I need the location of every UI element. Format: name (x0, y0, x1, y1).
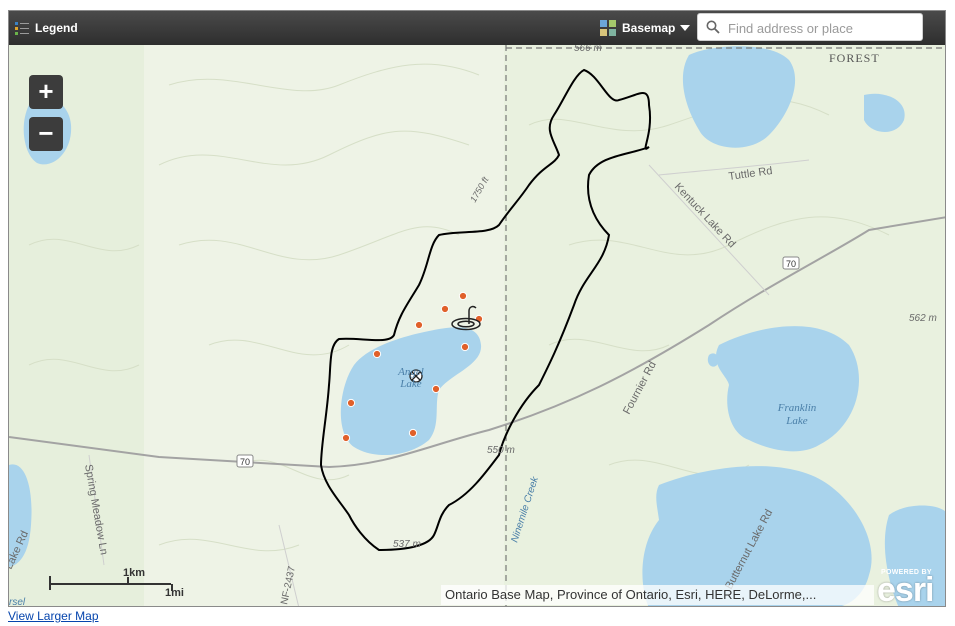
chevron-down-icon (680, 25, 691, 31)
legend-label: Legend (35, 21, 78, 35)
franklin-lake-label-1: Franklin (777, 402, 817, 414)
sample-site-marker (372, 349, 382, 359)
scale-km-label: 1km (123, 567, 146, 579)
sample-site-marker (346, 398, 356, 408)
map-toolbar: Legend Basemap (9, 11, 945, 45)
sample-site-marker (431, 384, 441, 394)
map-attribution: Ontario Base Map, Province of Ontario, E… (441, 585, 874, 605)
legend-button[interactable]: Legend (15, 11, 78, 45)
scale-line (49, 583, 171, 585)
elevation-562-label: 562 m (909, 313, 937, 324)
sample-site-marker (408, 428, 418, 438)
legend-icon (15, 20, 29, 36)
route-70-label-east: 70 (786, 259, 796, 269)
sample-site-marker (414, 320, 424, 330)
esri-logo[interactable]: POWERED BY esri (877, 567, 941, 607)
basemap-label: Basemap (622, 21, 676, 35)
search-icon (706, 20, 720, 34)
sample-site-marker (341, 433, 351, 443)
scale-bar: 1km 1mi (49, 567, 184, 604)
basemap-button[interactable]: Basemap (600, 11, 691, 45)
search-box[interactable] (697, 13, 923, 41)
franklin-lake-label-2: Lake (785, 415, 808, 427)
zoom-out-button[interactable]: − (29, 117, 63, 151)
scale-mi-label: 1mi (165, 587, 184, 599)
esri-wordmark: esri (877, 571, 934, 607)
sample-site-marker (440, 304, 450, 314)
route-70-label-west: 70 (240, 457, 250, 467)
sample-site-marker (460, 342, 470, 352)
elevation-566-label: 566 m (574, 45, 602, 54)
view-larger-map-link[interactable]: View Larger Map (8, 609, 99, 623)
angel-lake-label-1: Angel (397, 366, 424, 378)
elevation-537-label: 537 m (393, 539, 421, 550)
search-input[interactable] (726, 17, 920, 39)
map-frame[interactable]: Legend Basemap Find address or place 70 … (8, 10, 946, 607)
partial-edge-label: rsel (9, 597, 26, 607)
basemap-grid-icon (600, 20, 616, 36)
elevation-550-label: 550 m (487, 445, 515, 456)
zoom-in-button[interactable]: + (29, 75, 63, 109)
scale-tick (49, 576, 51, 590)
angel-lake-label-2: Lake (399, 378, 422, 390)
forest-label: FOREST (829, 51, 880, 65)
sample-site-marker (458, 291, 468, 301)
map-canvas[interactable]: 70 70 FOREST 566 m 562 m 550 m 537 m 175… (9, 45, 946, 607)
